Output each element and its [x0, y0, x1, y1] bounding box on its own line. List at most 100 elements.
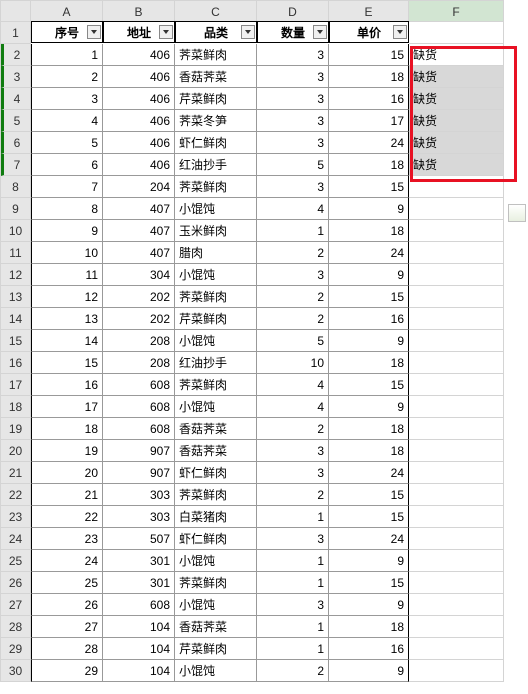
cell-c30[interactable]: 小馄饨	[175, 660, 257, 682]
cell-c4[interactable]: 芹菜鲜肉	[175, 88, 257, 110]
cell-d28[interactable]: 1	[257, 616, 329, 638]
select-all-corner[interactable]	[1, 0, 31, 22]
cell-e16[interactable]: 18	[329, 352, 409, 374]
cell-b11[interactable]: 407	[103, 242, 175, 264]
row-header-1[interactable]: 1	[1, 22, 31, 44]
row-header-17[interactable]: 17	[1, 374, 31, 396]
cell-f6[interactable]: 缺货	[409, 132, 504, 154]
cell-f14[interactable]	[409, 308, 504, 330]
cell-e8[interactable]: 15	[329, 176, 409, 198]
cell-e22[interactable]: 15	[329, 484, 409, 506]
cell-c9[interactable]: 小馄饨	[175, 198, 257, 220]
cell-b10[interactable]: 407	[103, 220, 175, 242]
cell-c25[interactable]: 小馄饨	[175, 550, 257, 572]
cell-d14[interactable]: 2	[257, 308, 329, 330]
cell-b29[interactable]: 104	[103, 638, 175, 660]
cell-a23[interactable]: 22	[31, 506, 103, 528]
cell-a28[interactable]: 27	[31, 616, 103, 638]
cell-a2[interactable]: 1	[31, 44, 103, 66]
cell-e20[interactable]: 18	[329, 440, 409, 462]
cell-d6[interactable]: 3	[257, 132, 329, 154]
cell-b28[interactable]: 104	[103, 616, 175, 638]
cell-e15[interactable]: 9	[329, 330, 409, 352]
cell-a4[interactable]: 3	[31, 88, 103, 110]
cell-a3[interactable]: 2	[31, 66, 103, 88]
cell-c19[interactable]: 香菇荠菜	[175, 418, 257, 440]
cell-d9[interactable]: 4	[257, 198, 329, 220]
cell-e29[interactable]: 16	[329, 638, 409, 660]
cell-e12[interactable]: 9	[329, 264, 409, 286]
cell-d15[interactable]: 5	[257, 330, 329, 352]
cell-d19[interactable]: 2	[257, 418, 329, 440]
row-header-28[interactable]: 28	[1, 616, 31, 638]
cell-e10[interactable]: 18	[329, 220, 409, 242]
cell-e3[interactable]: 18	[329, 66, 409, 88]
cell-e30[interactable]: 9	[329, 660, 409, 682]
cell-f28[interactable]	[409, 616, 504, 638]
cell-c14[interactable]: 芹菜鲜肉	[175, 308, 257, 330]
filter-button-c[interactable]	[241, 25, 255, 39]
cell-f5[interactable]: 缺货	[409, 110, 504, 132]
cell-b22[interactable]: 303	[103, 484, 175, 506]
row-header-19[interactable]: 19	[1, 418, 31, 440]
cell-b18[interactable]: 608	[103, 396, 175, 418]
row-header-16[interactable]: 16	[1, 352, 31, 374]
cell-e17[interactable]: 15	[329, 374, 409, 396]
filter-button-a[interactable]	[87, 25, 101, 39]
cell-d29[interactable]: 1	[257, 638, 329, 660]
cell-d3[interactable]: 3	[257, 66, 329, 88]
cell-d24[interactable]: 3	[257, 528, 329, 550]
row-header-20[interactable]: 20	[1, 440, 31, 462]
cell-b23[interactable]: 303	[103, 506, 175, 528]
row-header-9[interactable]: 9	[1, 198, 31, 220]
row-header-22[interactable]: 22	[1, 484, 31, 506]
cell-a25[interactable]: 24	[31, 550, 103, 572]
row-header-12[interactable]: 12	[1, 264, 31, 286]
cell-e13[interactable]: 15	[329, 286, 409, 308]
cell-a18[interactable]: 17	[31, 396, 103, 418]
row-header-13[interactable]: 13	[1, 286, 31, 308]
row-header-21[interactable]: 21	[1, 462, 31, 484]
cell-b26[interactable]: 301	[103, 572, 175, 594]
cell-d16[interactable]: 10	[257, 352, 329, 374]
col-header-e[interactable]: E	[329, 0, 409, 22]
cell-f3[interactable]: 缺货	[409, 66, 504, 88]
cell-a21[interactable]: 20	[31, 462, 103, 484]
row-header-29[interactable]: 29	[1, 638, 31, 660]
row-header-4[interactable]: 4	[1, 88, 31, 110]
cell-b19[interactable]: 608	[103, 418, 175, 440]
cell-e9[interactable]: 9	[329, 198, 409, 220]
cell-d7[interactable]: 5	[257, 154, 329, 176]
cell-e11[interactable]: 24	[329, 242, 409, 264]
cell-c8[interactable]: 荠菜鲜肉	[175, 176, 257, 198]
cell-b9[interactable]: 407	[103, 198, 175, 220]
cell-a29[interactable]: 28	[31, 638, 103, 660]
cell-c7[interactable]: 红油抄手	[175, 154, 257, 176]
cell-b12[interactable]: 304	[103, 264, 175, 286]
cell-b16[interactable]: 208	[103, 352, 175, 374]
cell-b27[interactable]: 608	[103, 594, 175, 616]
cell-e23[interactable]: 15	[329, 506, 409, 528]
cell-f11[interactable]	[409, 242, 504, 264]
cell-d18[interactable]: 4	[257, 396, 329, 418]
cell-f18[interactable]	[409, 396, 504, 418]
cell-e24[interactable]: 24	[329, 528, 409, 550]
cell-b14[interactable]: 202	[103, 308, 175, 330]
cell-f26[interactable]	[409, 572, 504, 594]
cell-f4[interactable]: 缺货	[409, 88, 504, 110]
cell-b3[interactable]: 406	[103, 66, 175, 88]
spreadsheet-grid[interactable]: ABCDEF1序号地址品类数量单价21406荠菜鲜肉315缺货32406香菇荠菜…	[0, 0, 528, 682]
row-header-8[interactable]: 8	[1, 176, 31, 198]
cell-e25[interactable]: 9	[329, 550, 409, 572]
cell-a7[interactable]: 6	[31, 154, 103, 176]
cell-c5[interactable]: 荠菜冬笋	[175, 110, 257, 132]
cell-a26[interactable]: 25	[31, 572, 103, 594]
row-header-23[interactable]: 23	[1, 506, 31, 528]
cell-c26[interactable]: 荠菜鲜肉	[175, 572, 257, 594]
cell-b25[interactable]: 301	[103, 550, 175, 572]
cell-e6[interactable]: 24	[329, 132, 409, 154]
cell-d17[interactable]: 4	[257, 374, 329, 396]
cell-d30[interactable]: 2	[257, 660, 329, 682]
row-header-27[interactable]: 27	[1, 594, 31, 616]
cell-f7[interactable]: 缺货	[409, 154, 504, 176]
